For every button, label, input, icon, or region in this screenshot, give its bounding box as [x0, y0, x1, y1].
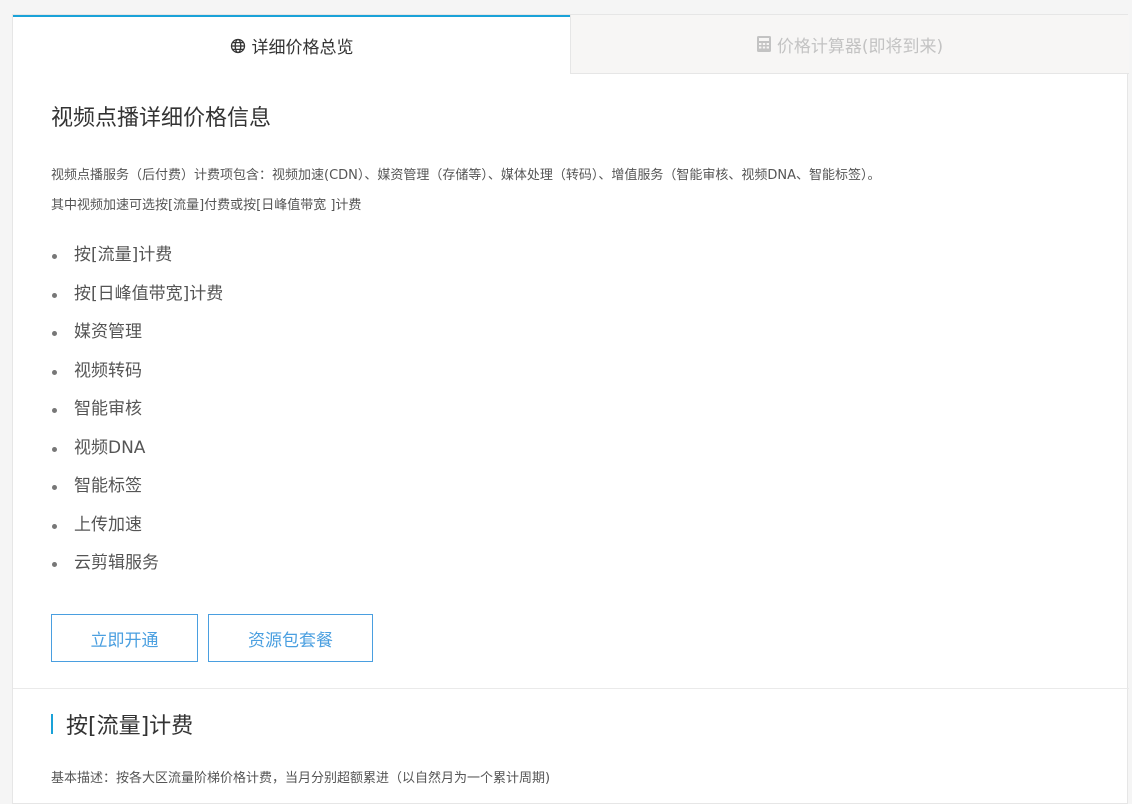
description-line-1: 视频点播服务（后付费）计费项包含：视频加速(CDN）、媒资管理（存储等）、媒体处… [51, 168, 881, 183]
tab-bar: 详细价格总览 价格计算器(即将到来) [13, 15, 1129, 74]
globe-icon [230, 38, 246, 54]
list-item: 视频DNA [51, 437, 223, 476]
description-line-2: 其中视频加速可选按[流量]付费或按[日峰值带宽 ]计费 [51, 198, 362, 213]
list-item: 媒资管理 [51, 321, 223, 360]
section-heading: 按[流量]计费 [51, 709, 193, 739]
section-basic-description: 基本描述：按各大区流量阶梯价格计费，当月分别超额累进（以自然月为一个累计周期) [51, 771, 551, 786]
calculator-icon [756, 36, 771, 52]
list-item: 按[日峰值带宽]计费 [51, 283, 223, 322]
tab-price-overview-label: 详细价格总览 [251, 38, 354, 58]
section-divider [13, 688, 1129, 689]
page-title: 视频点播详细价格信息 [51, 106, 272, 131]
billing-items-list: 按[流量]计费 按[日峰值带宽]计费 媒资管理 视频转码 智能审核 视频DNA … [51, 244, 223, 591]
list-item: 智能标签 [51, 475, 223, 514]
section-accent-bar [51, 714, 53, 734]
tab-price-overview[interactable]: 详细价格总览 [13, 15, 570, 74]
list-item: 按[流量]计费 [51, 244, 223, 283]
list-item: 上传加速 [51, 514, 223, 553]
tab-price-calculator[interactable]: 价格计算器(即将到来) [570, 15, 1129, 74]
list-item: 智能审核 [51, 398, 223, 437]
resource-package-button[interactable]: 资源包套餐 [208, 614, 373, 662]
list-item: 视频转码 [51, 360, 223, 399]
tab-price-calculator-label: 价格计算器(即将到来) [776, 36, 944, 57]
list-item: 云剪辑服务 [51, 552, 223, 591]
section-title: 按[流量]计费 [66, 714, 194, 739]
pricing-card: 详细价格总览 价格计算器(即将到来) 视频点播详细价格信息 视频点播服务（后付费… [12, 14, 1129, 804]
open-now-button[interactable]: 立即开通 [51, 614, 198, 662]
